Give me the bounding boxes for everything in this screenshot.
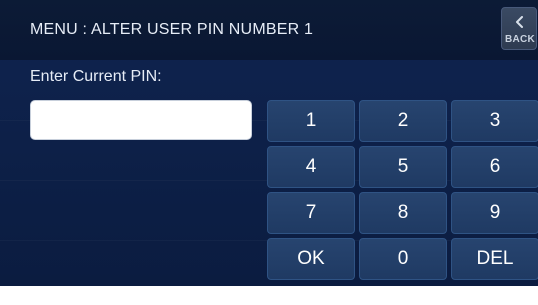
key-7[interactable]: 7: [267, 192, 355, 234]
key-delete[interactable]: DEL: [451, 238, 538, 280]
pin-prompt-label: Enter Current PIN:: [30, 68, 162, 85]
key-2[interactable]: 2: [359, 100, 447, 142]
key-6[interactable]: 6: [451, 146, 538, 188]
pin-input[interactable]: [30, 100, 252, 140]
header-bar: MENU : ALTER USER PIN NUMBER 1 BACK: [0, 0, 538, 60]
key-0[interactable]: 0: [359, 238, 447, 280]
key-3[interactable]: 3: [451, 100, 538, 142]
key-5[interactable]: 5: [359, 146, 447, 188]
key-8[interactable]: 8: [359, 192, 447, 234]
key-9[interactable]: 9: [451, 192, 538, 234]
chevron-left-icon: [516, 16, 523, 28]
key-ok[interactable]: OK: [267, 238, 355, 280]
key-4[interactable]: 4: [267, 146, 355, 188]
back-button[interactable]: BACK: [501, 7, 537, 50]
page-title: MENU : ALTER USER PIN NUMBER 1: [30, 21, 314, 38]
numeric-keypad: 1 2 3 4 5 6 7 8 9 OK 0 DEL: [265, 99, 538, 281]
pin-screen: MENU : ALTER USER PIN NUMBER 1 BACK Ente…: [0, 0, 538, 286]
key-1[interactable]: 1: [267, 100, 355, 142]
back-button-label: BACK: [504, 34, 536, 45]
